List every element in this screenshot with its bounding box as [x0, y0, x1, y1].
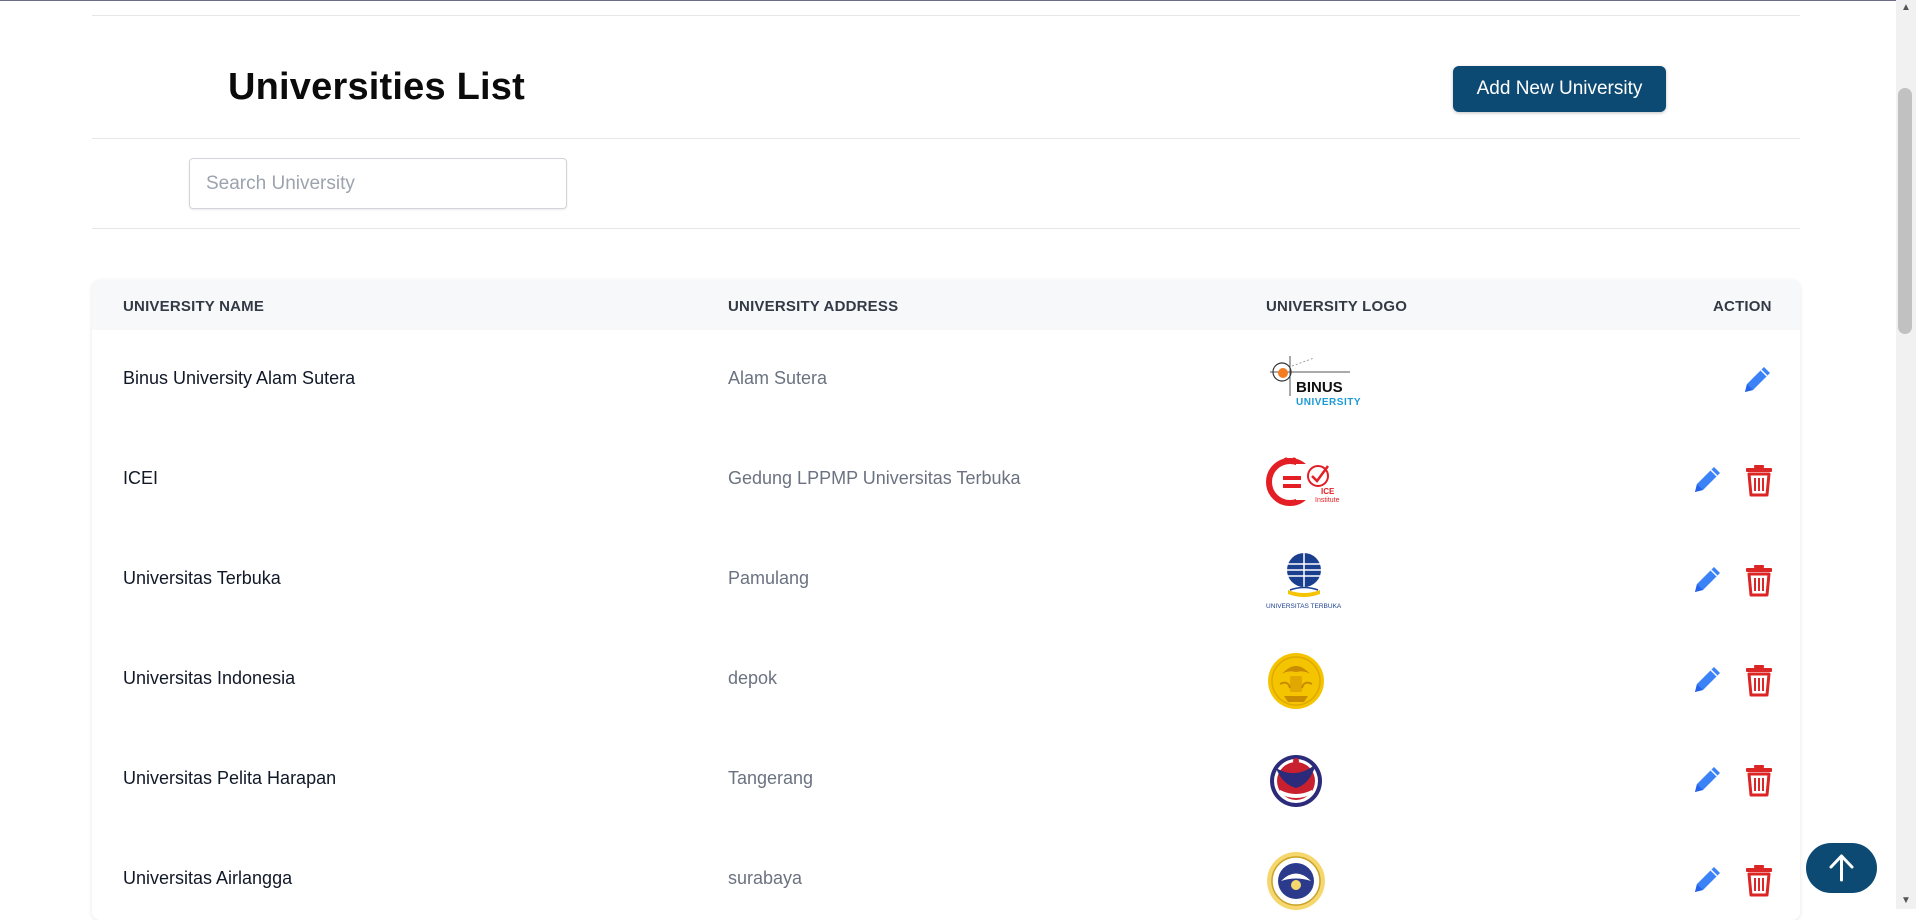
table-row: Universitas Pelita Harapan Tangerang — [92, 730, 1800, 830]
delete-trash-icon[interactable] — [1742, 462, 1776, 498]
delete-trash-icon[interactable] — [1742, 762, 1776, 798]
university-name: Universitas Terbuka — [123, 568, 281, 588]
svg-text:UNIVERSITY: UNIVERSITY — [1296, 397, 1361, 408]
page-title: Universities List — [228, 66, 525, 108]
scroll-down-arrow-icon[interactable]: ▼ — [1900, 895, 1912, 907]
search-input[interactable] — [189, 158, 567, 209]
unair-logo — [1267, 852, 1325, 910]
svg-text:UNIVERSITAS TERBUKA: UNIVERSITAS TERBUKA — [1266, 603, 1342, 610]
column-header-name: UNIVERSITY NAME — [123, 298, 265, 315]
binus-logo: BINUS UNIVERSITY — [1270, 356, 1361, 408]
scrollbar-thumb[interactable] — [1898, 88, 1912, 334]
uph-logo — [1270, 755, 1322, 807]
edit-pencil-icon[interactable] — [1690, 762, 1724, 798]
universities-table: UNIVERSITY NAME UNIVERSITY ADDRESS UNIVE… — [92, 280, 1800, 920]
arrow-up-icon — [1829, 854, 1854, 882]
university-address: Alam Sutera — [728, 368, 828, 388]
edit-pencil-icon[interactable] — [1690, 562, 1724, 598]
university-address: Gedung LPPMP Universitas Terbuka — [728, 468, 1021, 488]
delete-trash-icon[interactable] — [1742, 662, 1776, 698]
table-header: UNIVERSITY NAME UNIVERSITY ADDRESS UNIVE… — [92, 280, 1800, 330]
university-name: Universitas Indonesia — [123, 668, 296, 688]
university-address: surabaya — [728, 868, 803, 888]
table-row: Universitas Indonesia depok — [92, 630, 1800, 730]
university-name: Universitas Airlangga — [123, 868, 293, 888]
column-header-address: UNIVERSITY ADDRESS — [728, 298, 899, 315]
edit-pencil-icon[interactable] — [1690, 862, 1724, 898]
table-row: Universitas Airlangga surabaya — [92, 830, 1800, 920]
university-address: Tangerang — [728, 768, 814, 788]
table-row: ICEI Gedung LPPMP Universitas Terbuka IC… — [92, 430, 1800, 530]
table-row: Binus University Alam Sutera Alam Sutera… — [92, 330, 1800, 430]
page-container: Universities List Add New University UNI… — [92, 0, 1800, 920]
edit-pencil-icon[interactable] — [1740, 362, 1774, 398]
svg-text:BINUS: BINUS — [1296, 379, 1343, 396]
column-header-action: ACTION — [1713, 298, 1772, 315]
delete-trash-icon[interactable] — [1742, 562, 1776, 598]
icei-logo: ICE Institute — [1266, 457, 1340, 506]
university-address: Pamulang — [728, 568, 810, 588]
ut-logo: UNIVERSITAS TERBUKA — [1266, 553, 1342, 610]
ui-logo — [1268, 653, 1324, 709]
svg-text:ICE: ICE — [1321, 487, 1335, 496]
university-name: Binus University Alam Sutera — [123, 368, 356, 388]
svg-text:Institute: Institute — [1315, 497, 1340, 504]
scroll-up-arrow-icon[interactable]: ▲ — [1900, 2, 1912, 14]
edit-pencil-icon[interactable] — [1690, 662, 1724, 698]
university-name: ICEI — [123, 468, 159, 488]
add-university-button[interactable]: Add New University — [1453, 66, 1666, 112]
edit-pencil-icon[interactable] — [1690, 462, 1724, 498]
delete-trash-icon[interactable] — [1742, 862, 1776, 898]
divider — [92, 228, 1800, 229]
table-row: Universitas Terbuka Pamulang UNIVERSITAS… — [92, 530, 1800, 630]
university-name: Universitas Pelita Harapan — [123, 768, 337, 788]
university-address: depok — [728, 668, 778, 688]
divider — [92, 15, 1800, 16]
scrollbar[interactable]: ▲ ▼ — [1896, 0, 1916, 909]
column-header-logo: UNIVERSITY LOGO — [1266, 298, 1408, 315]
back-to-top-button[interactable] — [1806, 843, 1877, 893]
divider — [92, 138, 1800, 139]
